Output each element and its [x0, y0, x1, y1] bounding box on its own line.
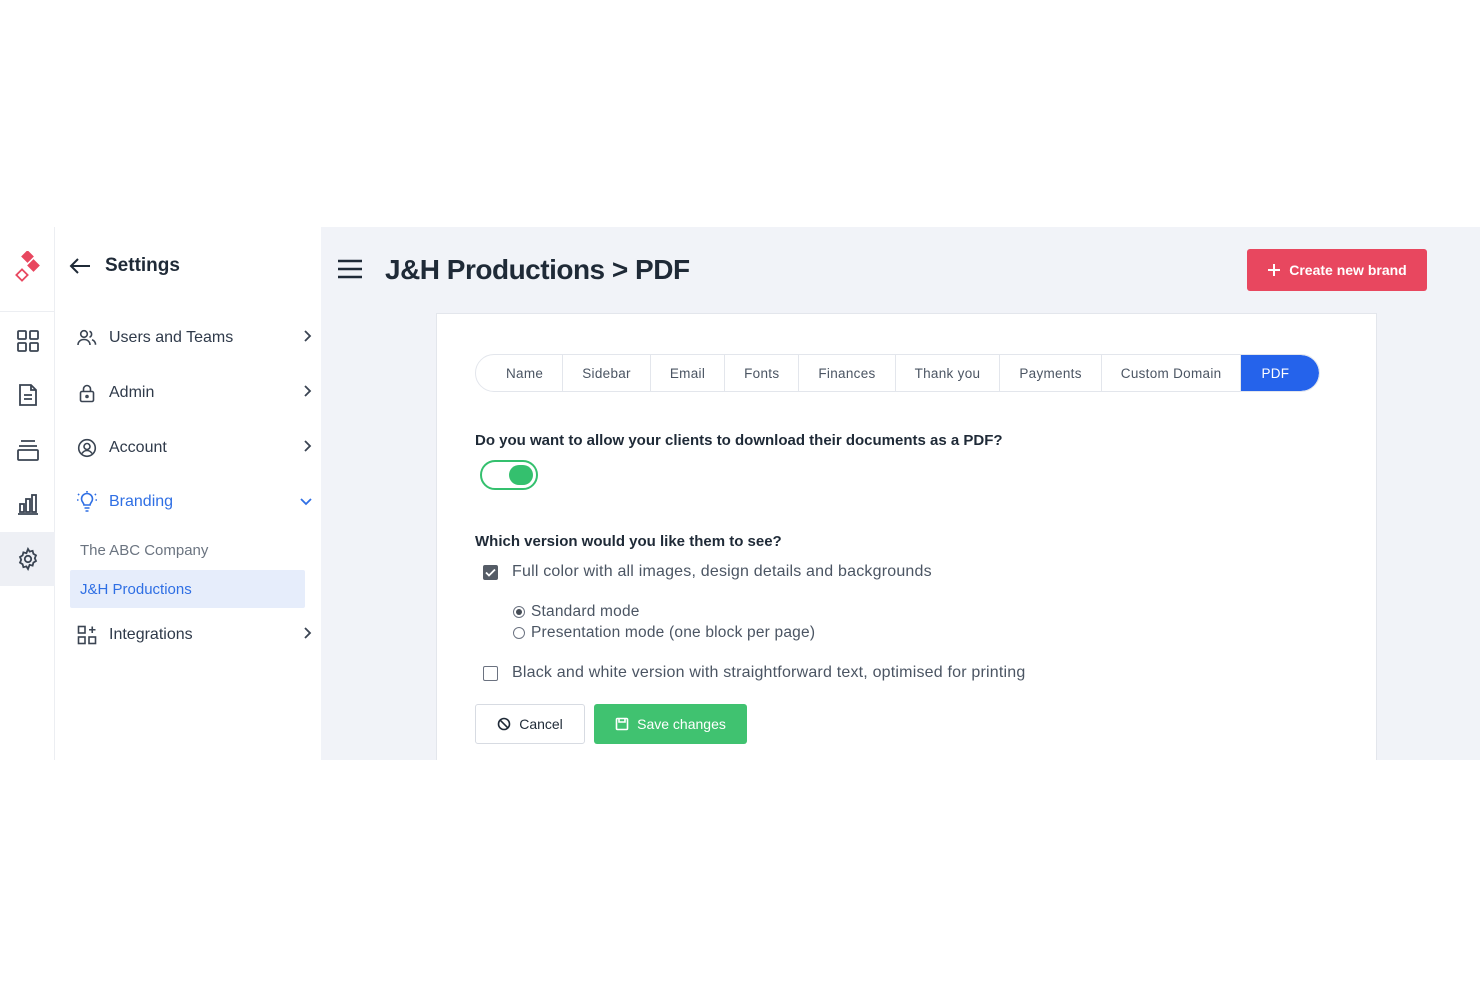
icon-rail — [0, 227, 55, 760]
cancel-label: Cancel — [519, 716, 563, 732]
tab-custom-domain[interactable]: Custom Domain — [1102, 355, 1242, 391]
nav-users-and-teams[interactable]: Users and Teams — [77, 321, 313, 355]
branding-item-abc-company[interactable]: The ABC Company — [70, 531, 305, 569]
lightbulb-icon — [77, 491, 97, 512]
chevron-down-icon — [300, 498, 312, 506]
full-color-option[interactable]: Full color with all images, design detai… — [483, 563, 932, 581]
hamburger-menu-icon[interactable] — [337, 259, 363, 279]
app-window: Settings Users and Teams Admin Account B… — [0, 227, 1480, 760]
tab-sidebar[interactable]: Sidebar — [563, 355, 651, 391]
tab-email[interactable]: Email — [651, 355, 726, 391]
gear-icon — [18, 547, 37, 571]
pdf-settings-card: Name Sidebar Email Fonts Finances Thank … — [436, 313, 1377, 760]
standard-mode-option[interactable]: Standard mode — [513, 603, 640, 621]
settings-panel: Settings Users and Teams Admin Account B… — [55, 227, 321, 760]
presentation-mode-option[interactable]: Presentation mode (one block per page) — [513, 624, 815, 642]
lock-icon — [79, 384, 95, 403]
main-content: J&H Productions > PDF Create new brand N… — [321, 227, 1480, 760]
full-color-label: Full color with all images, design detai… — [512, 563, 932, 580]
plus-icon — [1268, 264, 1281, 276]
bw-label: Black and white version with straightfor… — [512, 664, 1026, 681]
chevron-right-icon — [304, 385, 312, 397]
branding-item-label: J&H Productions — [80, 580, 192, 598]
page-title: J&H Productions > PDF — [385, 254, 690, 285]
checkmark-icon — [485, 568, 496, 577]
rail-settings[interactable] — [0, 532, 55, 586]
nav-label: Account — [109, 439, 167, 456]
rail-reports[interactable] — [0, 484, 55, 524]
tab-fonts[interactable]: Fonts — [725, 355, 800, 391]
nav-label: Users and Teams — [109, 329, 234, 346]
download-question: Do you want to allow your clients to dow… — [475, 432, 1003, 449]
presentation-mode-label: Presentation mode (one block per page) — [531, 624, 816, 641]
users-icon — [77, 329, 97, 346]
bw-checkbox[interactable] — [483, 665, 498, 681]
nav-label: Integrations — [109, 626, 193, 643]
standard-mode-radio[interactable] — [513, 606, 525, 618]
nav-label: Admin — [109, 384, 155, 401]
tab-name[interactable]: Name — [476, 355, 564, 391]
nav-branding[interactable]: Branding — [77, 485, 313, 519]
save-changes-label: Save changes — [637, 716, 726, 732]
chevron-right-icon — [304, 440, 312, 452]
tab-pdf[interactable]: PDF — [1241, 355, 1320, 391]
dashboard-icon — [16, 330, 39, 352]
cancel-circle-icon — [497, 717, 511, 731]
standard-mode-label: Standard mode — [531, 603, 640, 620]
nav-account[interactable]: Account — [77, 431, 313, 465]
chevron-right-icon — [304, 330, 312, 342]
tab-payments[interactable]: Payments — [1000, 355, 1102, 391]
user-circle-icon — [77, 438, 97, 458]
nav-label: Branding — [109, 493, 174, 510]
apps-add-icon — [77, 625, 97, 645]
toggle-knob — [509, 465, 533, 485]
branding-item-jh-productions[interactable]: J&H Productions — [70, 570, 305, 608]
rail-dashboard[interactable] — [0, 321, 55, 361]
app-logo-icon[interactable] — [14, 251, 42, 285]
version-question: Which version would you like them to see… — [475, 533, 782, 550]
tab-thank-you[interactable]: Thank you — [896, 355, 1001, 391]
branding-item-label: The ABC Company — [80, 541, 209, 559]
bw-option[interactable]: Black and white version with straightfor… — [483, 664, 1026, 682]
nav-admin[interactable]: Admin — [77, 376, 313, 410]
settings-header: Settings — [69, 255, 180, 277]
settings-title: Settings — [105, 255, 180, 276]
stack-icon — [16, 440, 39, 461]
document-icon — [18, 384, 37, 406]
bar-chart-icon — [17, 494, 38, 515]
brand-tabs: Name Sidebar Email Fonts Finances Thank … — [475, 354, 1321, 392]
arrow-left-icon[interactable] — [69, 257, 91, 275]
download-pdf-toggle[interactable] — [480, 460, 538, 490]
rail-documents[interactable] — [0, 375, 55, 415]
rail-stack[interactable] — [0, 430, 55, 470]
presentation-mode-radio[interactable] — [513, 627, 525, 639]
create-new-brand-label: Create new brand — [1289, 262, 1407, 278]
cancel-button[interactable]: Cancel — [475, 704, 585, 744]
rail-divider — [0, 311, 55, 312]
save-changes-button[interactable]: Save changes — [594, 704, 747, 744]
nav-integrations[interactable]: Integrations — [77, 618, 313, 652]
tab-finances[interactable]: Finances — [799, 355, 896, 391]
create-new-brand-button[interactable]: Create new brand — [1247, 249, 1427, 291]
chevron-right-icon — [304, 627, 312, 639]
save-icon — [615, 717, 629, 731]
full-color-checkbox[interactable] — [483, 564, 498, 580]
